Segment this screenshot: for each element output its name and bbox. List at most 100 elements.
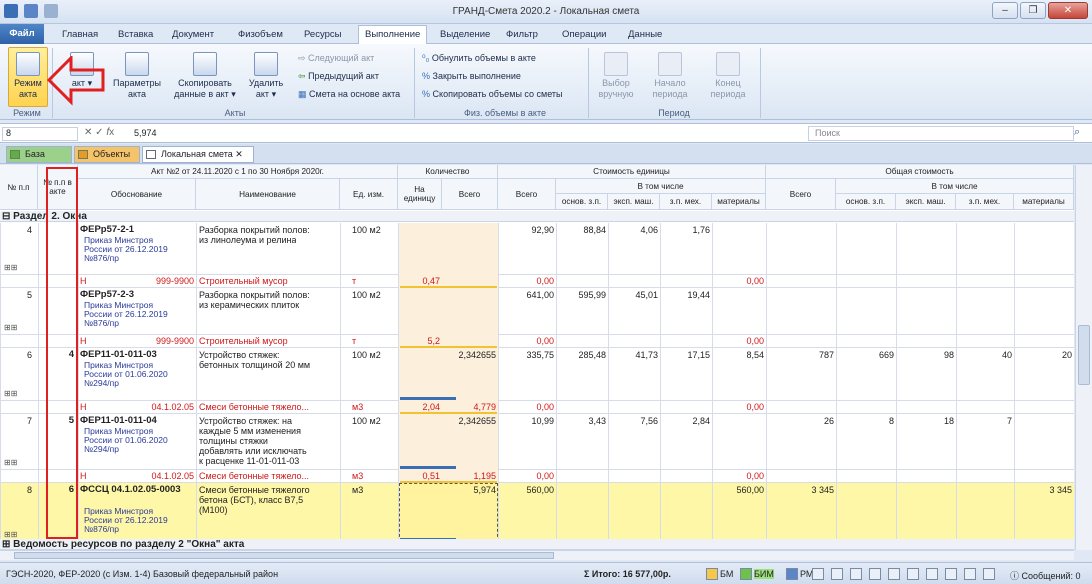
unit-cell[interactable]: 100 м2	[352, 416, 396, 426]
unit-cost-mat[interactable]: 8,54	[714, 350, 764, 360]
tab-document[interactable]: Документ	[166, 27, 220, 42]
hdr-qty-total[interactable]: Всего	[442, 179, 498, 210]
resource-name[interactable]: Смеси бетонные тяжело...	[199, 402, 339, 412]
estimate-row[interactable]: 7 5 ФЕР11-01-011-04 Приказ Минстроя России о…	[0, 414, 1074, 470]
resource-name[interactable]: Смеси бетонные тяжело...	[199, 471, 339, 481]
unit-cost-em[interactable]: 7,56	[610, 416, 658, 426]
status-messages[interactable]: ⓘ Сообщений: 0	[1010, 569, 1081, 582]
total-cost-zpm[interactable]: 7	[958, 416, 1012, 426]
row-number[interactable]: 7	[2, 416, 32, 426]
estimate-row[interactable]: 8 6 ФССЦ 04.1.02.05-0003 Приказ Минстроя Рос…	[0, 483, 1074, 542]
work-name[interactable]: добавлять или исключать	[199, 446, 307, 456]
zero-volumes-button[interactable]: ⁰₀ Обнулить объемы в акте	[422, 53, 536, 64]
estimate-row[interactable]: 6 4 ФЕР11-01-011-03 Приказ Минстроя России о…	[0, 348, 1074, 401]
period-end-button[interactable]: Конец периода	[702, 52, 754, 100]
total-cost-all[interactable]: 787	[768, 350, 834, 360]
scroll-thumb[interactable]	[1078, 325, 1090, 385]
resource-row[interactable]: Н 999-9900 Строительный мусор т 0,47 0,00 0,00	[0, 275, 1074, 288]
tab-file[interactable]: Файл	[0, 24, 44, 44]
unit-cost-em[interactable]: 45,01	[610, 290, 658, 300]
copy-volumes-button[interactable]: % Скопировать объемы со сметы	[422, 89, 563, 99]
search-icon[interactable]: ⌕	[1074, 126, 1089, 141]
qty-total[interactable]: 2,342655	[444, 416, 496, 426]
resource-code[interactable]: 04.1.02.05	[120, 471, 194, 481]
act-params-button[interactable]: Параметры акта	[108, 52, 166, 100]
work-name[interactable]: каждые 5 мм изменения	[199, 426, 301, 436]
tab-home[interactable]: Главная	[56, 27, 104, 42]
restore-button[interactable]: ❐	[1020, 2, 1046, 19]
total-cost-em[interactable]: 98	[898, 350, 954, 360]
toolbar-icon[interactable]	[850, 568, 862, 580]
hdr-per-unit[interactable]: На единицу	[398, 179, 442, 210]
total-cost-ozp[interactable]: 669	[838, 350, 894, 360]
bim-indicator-icon[interactable]	[740, 568, 752, 580]
resource-row[interactable]: Н 04.1.02.05 Смеси бетонные тяжело... м3 0,5…	[0, 470, 1074, 483]
section-row[interactable]: ⊟ Раздел 2. Окна	[0, 211, 1074, 222]
resource-qty[interactable]: 0,51	[400, 471, 440, 481]
total-cost-em[interactable]: 18	[898, 416, 954, 426]
unit-cost-zpm[interactable]: 2,84	[662, 416, 710, 426]
horizontal-scrollbar[interactable]	[0, 550, 1074, 560]
hdr-num[interactable]: № п.п	[0, 165, 38, 210]
tab-objects[interactable]: Объекты	[74, 146, 140, 163]
close-execution-button[interactable]: % Закрыть выполнение	[422, 71, 521, 81]
resource-h-marker[interactable]: Н	[80, 276, 92, 286]
hdr-basis[interactable]: Обоснование	[78, 179, 196, 210]
resource-unit[interactable]: т	[352, 276, 396, 286]
unit-cost-ozp[interactable]: 285,48	[558, 350, 606, 360]
resource-qty[interactable]: 0,47	[400, 276, 440, 286]
rm-indicator-icon[interactable]	[786, 568, 798, 580]
unit-cost-ozp[interactable]: 3,43	[558, 416, 606, 426]
work-name[interactable]: бетона (БСТ), класс В7,5	[199, 495, 303, 505]
row-number[interactable]: 4	[2, 225, 32, 235]
hdr-t-zpm[interactable]: з.п. мех.	[956, 194, 1014, 210]
vertical-scrollbar[interactable]	[1075, 165, 1092, 550]
work-name[interactable]: к расценке 11-01-011-03	[199, 456, 299, 466]
resource-code[interactable]: 04.1.02.05	[120, 402, 194, 412]
resource-cost-mat[interactable]: 0,00	[714, 276, 764, 286]
toolbar-icon[interactable]	[945, 568, 957, 580]
unit-cell[interactable]: 100 м2	[352, 350, 396, 360]
resource-unit[interactable]: м3	[352, 402, 396, 412]
row-number[interactable]: 8	[2, 485, 32, 495]
unit-cell[interactable]: 100 м2	[352, 225, 396, 235]
hdr-em[interactable]: эксп. маш.	[608, 194, 660, 210]
total-cost-all[interactable]: 26	[768, 416, 834, 426]
resource-qty-total[interactable]: 1,195	[444, 471, 496, 481]
next-act-button[interactable]: ⇨ Следующий акт	[298, 53, 374, 64]
resource-code[interactable]: 999-9900	[120, 276, 194, 286]
hdr-t-em[interactable]: эксп. маш.	[896, 194, 956, 210]
estimate-row[interactable]: 4 ФЕРр57-2-1 Приказ Минстроя России от 26.1…	[0, 223, 1074, 275]
work-name[interactable]: Смеси бетонные тяжелого	[199, 485, 310, 495]
resource-cost-mat[interactable]: 0,00	[714, 336, 764, 346]
hdr-t-ozp[interactable]: основ. з.п.	[836, 194, 896, 210]
resource-code[interactable]: 999-9900	[120, 336, 194, 346]
expand-icon[interactable]: ⊞⊞	[4, 389, 17, 399]
mode-act-button[interactable]: Режим акта	[8, 52, 48, 100]
status-bim[interactable]: БИМ	[754, 569, 774, 579]
unit-cost-mat[interactable]: 560,00	[714, 485, 764, 495]
tab-execution[interactable]: Выполнение	[358, 25, 428, 44]
copy-to-act-button[interactable]: Скопировать данные в акт ▾	[170, 52, 240, 100]
unit-cost-em[interactable]: 4,06	[610, 225, 658, 235]
unit-cost-zpm[interactable]: 17,15	[662, 350, 710, 360]
minimize-button[interactable]: –	[992, 2, 1018, 19]
work-name[interactable]: из керамических плиток	[199, 300, 299, 310]
resource-cost-all[interactable]: 0,00	[500, 276, 554, 286]
total-cost-ozp[interactable]: 8	[838, 416, 894, 426]
tab-operations[interactable]: Операции	[556, 27, 612, 42]
unit-cost-all[interactable]: 92,90	[500, 225, 554, 235]
basis-code[interactable]: ФССЦ 04.1.02.05-0003	[80, 485, 195, 495]
hdr-ozp[interactable]: основ. з.п.	[556, 194, 608, 210]
unit-cost-all[interactable]: 641,00	[500, 290, 554, 300]
hdr-unit[interactable]: Ед. изм.	[340, 179, 398, 210]
work-name[interactable]: бетонных толщиной 20 мм	[199, 360, 310, 370]
qty-total[interactable]: 5,974	[444, 485, 496, 495]
row-number[interactable]: 5	[2, 290, 32, 300]
expand-icon[interactable]: ⊞⊞	[4, 263, 17, 273]
work-name[interactable]: (М100)	[199, 505, 228, 515]
unit-cost-ozp[interactable]: 88,84	[558, 225, 606, 235]
resource-h-marker[interactable]: Н	[80, 402, 92, 412]
hdr-unit-all[interactable]: Всего	[498, 179, 556, 210]
estimate-on-act-button[interactable]: ▦ Смета на основе акта	[298, 89, 400, 100]
